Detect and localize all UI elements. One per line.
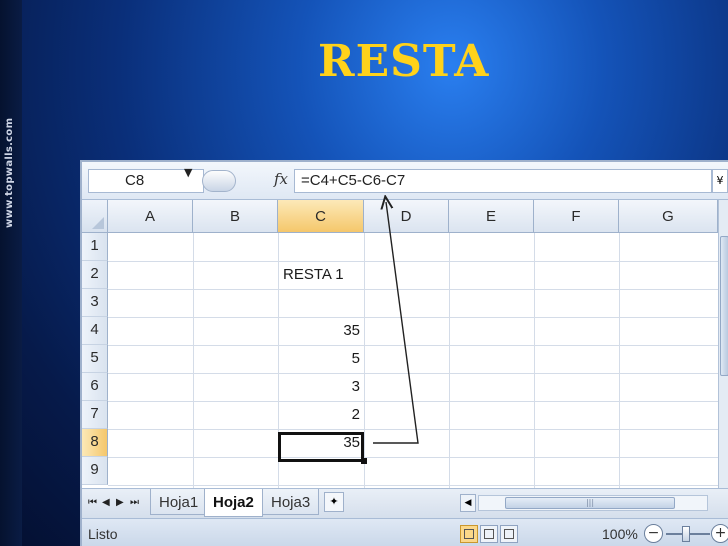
next-sheet-icon[interactable]: ▶ (116, 497, 124, 508)
row-header-5[interactable]: 5 (82, 345, 108, 373)
sheet-tab-hoja1[interactable]: Hoja1 (150, 489, 208, 515)
sheet-tab-hoja2[interactable]: Hoja2 (204, 489, 263, 517)
select-all-button[interactable] (82, 200, 108, 233)
status-bar: Listo 100% − + (82, 518, 728, 546)
expand-formula-bar-icon[interactable]: ¥ (712, 169, 728, 193)
column-header-c[interactable]: C (278, 200, 364, 233)
zoom-in-button[interactable]: + (711, 524, 728, 543)
scroll-left-icon[interactable]: ◀ (460, 494, 476, 512)
gridline (108, 485, 718, 486)
gridline (108, 317, 718, 318)
column-header-g[interactable]: G (619, 200, 718, 233)
left-strip (0, 0, 22, 546)
worksheet-grid[interactable]: A B C D E F G 1 2 3 4 5 6 7 8 9 RESTA 1 (82, 200, 728, 488)
column-header-b[interactable]: B (193, 200, 278, 233)
page-break-view-button[interactable] (500, 525, 518, 543)
zoom-level[interactable]: 100% (602, 526, 638, 542)
gridline (108, 373, 718, 374)
page-break-icon (504, 529, 514, 539)
cell-c6[interactable]: 3 (278, 378, 360, 395)
insert-function-icon[interactable]: fx (274, 170, 288, 188)
row-header-2[interactable]: 2 (82, 261, 108, 289)
gridline (108, 345, 718, 346)
column-header-f[interactable]: F (534, 200, 619, 233)
excel-window: C8 ▼ fx =C4+C5-C6-C7 ¥ A B C D E F G 1 2… (80, 160, 728, 546)
gridline (534, 233, 535, 488)
insert-sheet-icon[interactable]: ✦ (324, 492, 344, 512)
status-text: Listo (88, 526, 118, 542)
first-sheet-icon[interactable]: ⏮ (88, 497, 97, 508)
column-header-d[interactable]: D (364, 200, 449, 233)
zoom-out-button[interactable]: − (644, 524, 663, 543)
cell-c5[interactable]: 5 (278, 350, 360, 367)
gridline (108, 401, 718, 402)
row-header-6[interactable]: 6 (82, 373, 108, 401)
fill-handle[interactable] (361, 458, 367, 464)
vertical-scrollbar-thumb[interactable] (720, 236, 728, 376)
row-header-8[interactable]: 8 (82, 429, 108, 457)
grid-icon (464, 529, 474, 539)
zoom-slider-thumb[interactable] (682, 526, 690, 542)
cell-c4[interactable]: 35 (278, 322, 360, 339)
cell-c7[interactable]: 2 (278, 406, 360, 423)
page-layout-view-button[interactable] (480, 525, 498, 543)
column-header-a[interactable]: A (108, 200, 193, 233)
column-header-e[interactable]: E (449, 200, 534, 233)
gridline (108, 429, 718, 430)
normal-view-button[interactable] (460, 525, 478, 543)
previous-sheet-icon[interactable]: ◀ (102, 497, 110, 508)
row-header-4[interactable]: 4 (82, 317, 108, 345)
gridline (108, 261, 718, 262)
gridline (364, 233, 365, 488)
vertical-scrollbar[interactable] (718, 200, 728, 488)
formula-bar-splitter[interactable] (202, 170, 236, 192)
gridline (108, 289, 718, 290)
sheet-tab-hoja3[interactable]: Hoja3 (262, 489, 320, 515)
slide-title: RESTA (318, 36, 490, 87)
gridline (108, 457, 718, 458)
sheet-tab-bar: ⏮ ◀ ▶ ⏭ Hoja1 Hoja2 Hoja3 ✦ ◀ ||| (82, 488, 728, 518)
row-header-1[interactable]: 1 (82, 233, 108, 261)
last-sheet-icon[interactable]: ⏭ (130, 497, 139, 508)
cell-c2[interactable]: RESTA 1 (283, 266, 344, 283)
watermark: www.topwalls.com (4, 117, 15, 228)
page-icon (484, 529, 494, 539)
gridline (619, 233, 620, 488)
row-header-9[interactable]: 9 (82, 457, 108, 485)
name-box-dropdown-icon[interactable]: ▼ (184, 166, 192, 179)
active-cell-border[interactable] (278, 432, 364, 462)
gridline (193, 233, 194, 488)
formula-input[interactable]: =C4+C5-C6-C7 (294, 169, 712, 193)
row-header-7[interactable]: 7 (82, 401, 108, 429)
gridline (449, 233, 450, 488)
row-header-3[interactable]: 3 (82, 289, 108, 317)
formula-bar: C8 ▼ fx =C4+C5-C6-C7 ¥ (82, 162, 728, 200)
horizontal-scrollbar-thumb[interactable]: ||| (505, 497, 675, 509)
horizontal-scrollbar[interactable]: ||| (478, 495, 708, 511)
